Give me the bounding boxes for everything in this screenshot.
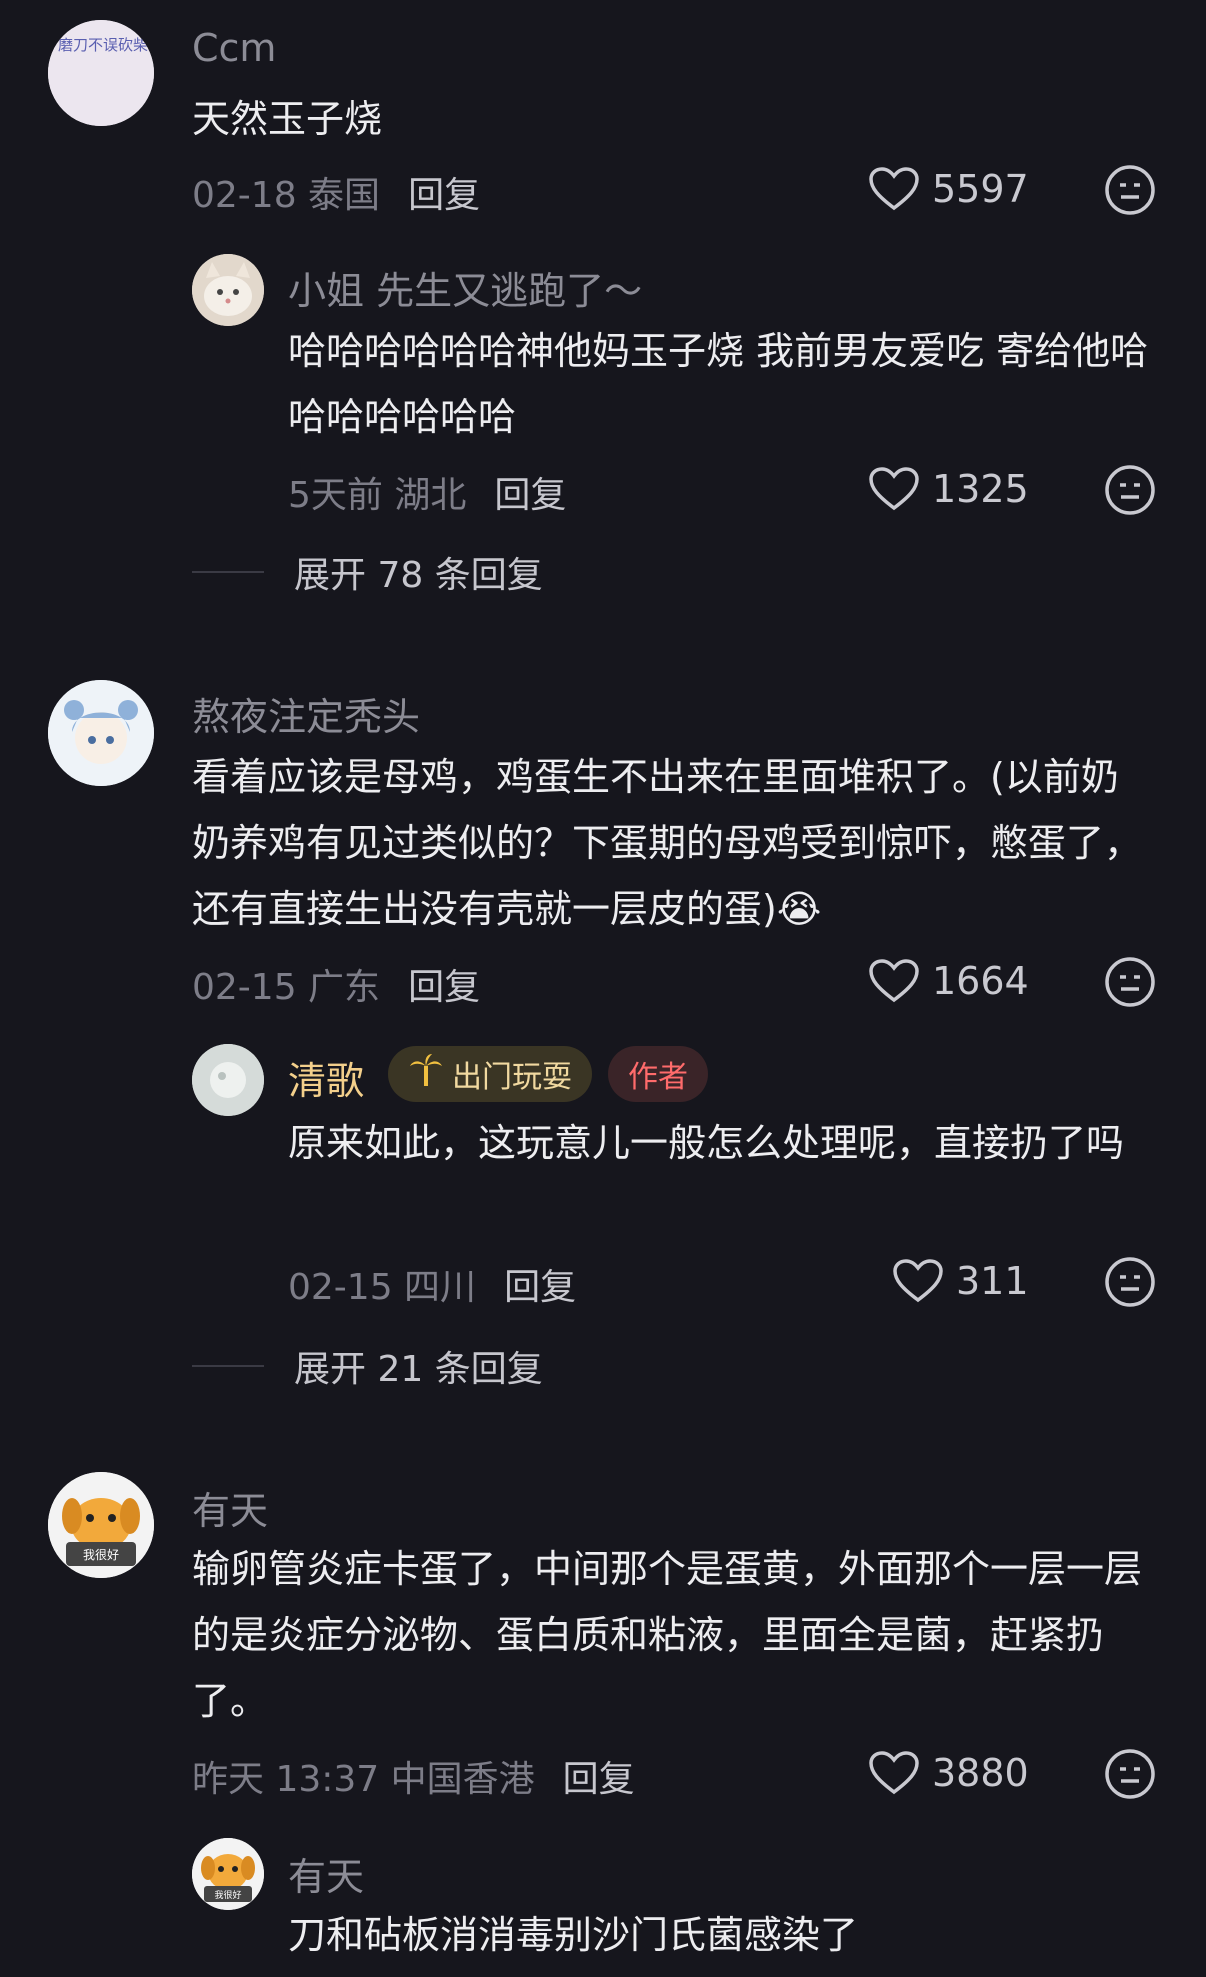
author-badge: 作者 — [608, 1046, 708, 1102]
comment-date-location: 02-18 泰国 — [192, 175, 381, 216]
comment-text: 输卵管炎症卡蛋了，中间那个是蛋黄，外面那个一层一层的是炎症分泌物、蛋白质和粘液，… — [192, 1547, 1143, 1723]
like-count: 3880 — [932, 1751, 1029, 1795]
like-count: 1325 — [932, 467, 1029, 511]
comment-meta: 昨天 13:37 中国香港 回复 — [192, 1750, 635, 1802]
heart-icon — [892, 1258, 944, 1304]
anime-avatar-image — [48, 680, 154, 786]
expand-replies-button[interactable]: 展开 21 条回复 — [192, 1340, 543, 1392]
reply-button[interactable]: 回复 — [504, 1267, 576, 1308]
palm-tree-icon — [408, 1052, 444, 1096]
comment-text-content: 看着应该是母鸡，鸡蛋生不出来在里面堆积了。(以前奶奶养鸡有见过类似的？下蛋期的母… — [192, 755, 1143, 931]
heart-icon — [868, 958, 920, 1004]
author-badge-label: 作者 — [628, 1060, 688, 1095]
crying-emoji: 😭 — [776, 887, 822, 931]
like-count: 1664 — [932, 959, 1029, 1003]
reply-button[interactable]: 回复 — [563, 1759, 635, 1800]
avatar-image: 磨刀不误砍柴工，读完初中再打工 — [48, 20, 154, 126]
dislike-face-icon[interactable] — [1104, 956, 1156, 1008]
comment-text: 天然玉子烧 — [192, 97, 383, 141]
svg-text:我很好: 我很好 — [214, 1889, 241, 1901]
trip-badge: 出门玩耍 — [388, 1046, 592, 1102]
avatar[interactable] — [192, 254, 264, 326]
comments-page: 磨刀不误砍柴工，读完初中再打工 Ccm 天然玉子烧 02-18 泰国回复 559… — [0, 0, 1206, 1977]
comment-meta: 02-15 广东 回复 — [192, 958, 480, 1010]
like-button[interactable]: 311 — [892, 1258, 1029, 1304]
reply-author[interactable]: 有天 — [288, 1846, 364, 1901]
trip-badge-label: 出门玩耍 — [452, 1060, 572, 1095]
avatar[interactable]: 我很好 — [48, 1472, 154, 1578]
heart-icon — [868, 466, 920, 512]
svg-text:磨刀不误砍柴工，读完初中再打工: 磨刀不误砍柴工，读完初中再打工 — [58, 36, 154, 54]
comment-author[interactable]: 熬夜注定秃头 — [192, 686, 420, 741]
comment-author[interactable]: 有天 — [192, 1480, 268, 1535]
reply-author[interactable]: 小姐 先生又逃跑了～ — [288, 260, 642, 315]
reply-author[interactable]: 清歌 — [288, 1050, 364, 1105]
dog-avatar-image: 我很好 — [48, 1472, 154, 1578]
reply-text: 哈哈哈哈哈哈神他妈玉子烧 我前男友爱吃 寄给他哈哈哈哈哈哈哈 — [288, 329, 1149, 439]
comment-meta: 02-18 泰国 回复 — [192, 166, 480, 218]
reply-text: 刀和砧板消消毒别沙门氏菌感染了 — [288, 1913, 859, 1957]
cat-avatar-image — [192, 254, 264, 326]
comment-date-location: 02-15 四川 — [288, 1267, 477, 1308]
comment-author[interactable]: Ccm — [192, 26, 276, 70]
like-button[interactable]: 1664 — [868, 958, 1029, 1004]
reply-button[interactable]: 回复 — [408, 175, 480, 216]
like-count: 5597 — [932, 167, 1029, 211]
comment-date-location: 5天前 湖北 — [288, 475, 467, 516]
dislike-face-icon[interactable] — [1104, 164, 1156, 216]
svg-text:我很好: 我很好 — [83, 1548, 119, 1562]
divider — [192, 571, 264, 573]
like-count: 311 — [956, 1259, 1029, 1303]
dislike-face-icon[interactable] — [1104, 1256, 1156, 1308]
dislike-face-icon[interactable] — [1104, 1748, 1156, 1800]
comment-meta: 5天前 湖北 回复 — [288, 466, 566, 518]
avatar[interactable]: 我很好 — [192, 1838, 264, 1910]
reply-button[interactable]: 回复 — [494, 475, 566, 516]
comment-text: 看着应该是母鸡，鸡蛋生不出来在里面堆积了。(以前奶奶养鸡有见过类似的？下蛋期的母… — [192, 744, 1152, 942]
expand-replies-label: 展开 21 条回复 — [294, 1349, 543, 1390]
avatar[interactable] — [48, 680, 154, 786]
comment-meta: 02-15 四川 回复 — [288, 1258, 576, 1310]
dislike-face-icon[interactable] — [1104, 464, 1156, 516]
expand-replies-button[interactable]: 展开 78 条回复 — [192, 546, 543, 598]
avatar[interactable] — [192, 1044, 264, 1116]
comment-date-location: 昨天 13:37 中国香港 — [192, 1759, 535, 1800]
like-button[interactable]: 1325 — [868, 466, 1029, 512]
reply-button[interactable]: 回复 — [408, 967, 480, 1008]
heart-icon — [868, 1750, 920, 1796]
dog-avatar-image: 我很好 — [192, 1838, 264, 1910]
like-button[interactable]: 5597 — [868, 166, 1029, 212]
avatar[interactable]: 磨刀不误砍柴工，读完初中再打工 — [48, 20, 154, 126]
like-button[interactable]: 3880 — [868, 1750, 1029, 1796]
heart-icon — [868, 166, 920, 212]
author-avatar-image — [192, 1044, 264, 1116]
divider — [192, 1365, 264, 1367]
comment-date-location: 02-15 广东 — [192, 967, 381, 1008]
reply-text: 原来如此，这玩意儿一般怎么处理呢，直接扔了吗 — [288, 1121, 1125, 1165]
expand-replies-label: 展开 78 条回复 — [294, 555, 543, 596]
